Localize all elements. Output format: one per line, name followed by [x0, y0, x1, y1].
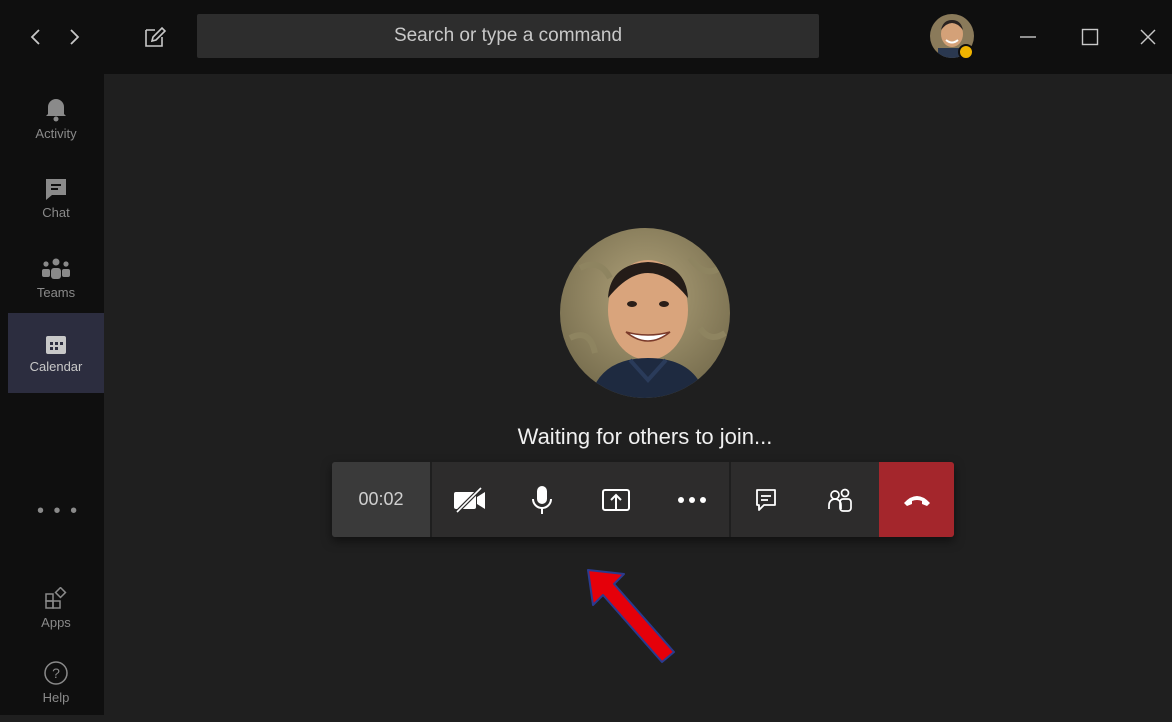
more-actions-button[interactable]: [662, 462, 722, 537]
teams-icon: [42, 258, 70, 279]
rail-item-calendar[interactable]: Calendar: [8, 313, 104, 393]
maximize-button[interactable]: [1072, 18, 1108, 56]
search-input[interactable]: Search or type a command: [197, 14, 819, 58]
help-icon: ?: [44, 660, 68, 685]
rail-item-apps[interactable]: Apps: [8, 568, 104, 648]
rail-label: Calendar: [29, 358, 83, 374]
chevron-right-icon: [70, 29, 80, 45]
status-away-icon: [958, 44, 974, 60]
divider: [729, 462, 731, 537]
hang-up-button[interactable]: [879, 462, 954, 537]
rail-item-help[interactable]: ? Help: [8, 642, 104, 722]
hang-up-icon: [903, 495, 930, 506]
camera-toggle-button[interactable]: [440, 462, 500, 537]
microphone-icon: [532, 485, 552, 514]
title-bar: Search or type a command: [0, 0, 1172, 74]
svg-text:?: ?: [52, 665, 60, 681]
more-icon: [678, 496, 706, 503]
rail-item-activity[interactable]: Activity: [8, 78, 104, 158]
microphone-toggle-button[interactable]: [512, 462, 572, 537]
participants-icon: [828, 488, 852, 512]
bell-icon: [46, 98, 66, 121]
rail-label: Chat: [42, 204, 70, 220]
compose-icon: [145, 26, 167, 47]
new-chat-button[interactable]: [142, 24, 168, 50]
rail-label: Activity: [35, 125, 77, 141]
rail-label: Help: [42, 689, 70, 705]
camera-off-icon: [454, 486, 485, 513]
show-conversation-button[interactable]: [736, 462, 796, 537]
call-timer: 00:02: [332, 462, 432, 537]
close-button[interactable]: [1130, 18, 1166, 56]
forward-button[interactable]: [62, 22, 86, 52]
minimize-button[interactable]: [1010, 18, 1046, 56]
share-screen-icon: [602, 488, 630, 511]
maximize-icon: [1081, 28, 1099, 46]
search-placeholder: Search or type a command: [393, 25, 623, 46]
rail-label: Teams: [36, 284, 76, 300]
participant-photo: [560, 228, 730, 398]
rail-item-teams[interactable]: Teams: [8, 238, 104, 318]
more-apps-button[interactable]: • • •: [37, 500, 79, 523]
chat-icon: [46, 178, 66, 200]
meeting-status-text: Waiting for others to join...: [517, 424, 773, 449]
share-screen-button[interactable]: [586, 462, 646, 537]
show-participants-button[interactable]: [810, 462, 870, 537]
calendar-icon: [46, 335, 66, 354]
app-rail: Activity Chat Teams Calendar • • • Apps: [0, 74, 104, 715]
rail-label: Apps: [41, 614, 71, 630]
chevron-left-icon: [30, 29, 40, 45]
chat-icon: [756, 488, 776, 511]
back-button[interactable]: [24, 22, 48, 52]
call-controls-bar: 00:02: [332, 462, 954, 537]
apps-icon: [45, 586, 67, 609]
minimize-icon: [1020, 36, 1036, 38]
rail-item-chat[interactable]: Chat: [8, 158, 104, 238]
close-icon: [1140, 29, 1156, 45]
annotation-arrow: [587, 569, 675, 663]
participant-avatar: [560, 228, 730, 398]
